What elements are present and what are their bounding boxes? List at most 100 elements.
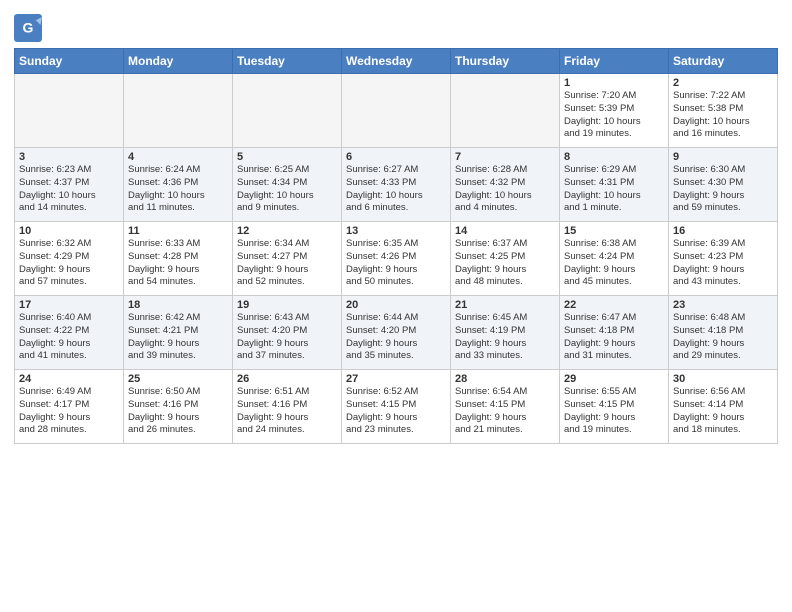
day-info: Sunrise: 6:48 AM Sunset: 4:18 PM Dayligh… (673, 312, 773, 363)
day-info: Sunrise: 6:33 AM Sunset: 4:28 PM Dayligh… (128, 238, 228, 289)
calendar-cell: 15Sunrise: 6:38 AM Sunset: 4:24 PM Dayli… (560, 222, 669, 296)
day-number: 28 (455, 373, 555, 385)
day-number: 2 (673, 77, 773, 89)
calendar-cell: 3Sunrise: 6:23 AM Sunset: 4:37 PM Daylig… (15, 148, 124, 222)
calendar-cell: 11Sunrise: 6:33 AM Sunset: 4:28 PM Dayli… (124, 222, 233, 296)
day-info: Sunrise: 7:20 AM Sunset: 5:39 PM Dayligh… (564, 90, 664, 141)
calendar-cell: 10Sunrise: 6:32 AM Sunset: 4:29 PM Dayli… (15, 222, 124, 296)
day-number: 7 (455, 151, 555, 163)
calendar-cell: 8Sunrise: 6:29 AM Sunset: 4:31 PM Daylig… (560, 148, 669, 222)
calendar-cell: 28Sunrise: 6:54 AM Sunset: 4:15 PM Dayli… (451, 370, 560, 444)
logo: G (14, 14, 46, 42)
calendar-cell (124, 74, 233, 148)
day-number: 6 (346, 151, 446, 163)
calendar-cell: 24Sunrise: 6:49 AM Sunset: 4:17 PM Dayli… (15, 370, 124, 444)
calendar-week-5: 24Sunrise: 6:49 AM Sunset: 4:17 PM Dayli… (15, 370, 778, 444)
calendar-cell: 9Sunrise: 6:30 AM Sunset: 4:30 PM Daylig… (669, 148, 778, 222)
calendar-cell (451, 74, 560, 148)
day-info: Sunrise: 6:23 AM Sunset: 4:37 PM Dayligh… (19, 164, 119, 215)
weekday-header-tuesday: Tuesday (233, 49, 342, 74)
calendar-week-3: 10Sunrise: 6:32 AM Sunset: 4:29 PM Dayli… (15, 222, 778, 296)
day-info: Sunrise: 6:30 AM Sunset: 4:30 PM Dayligh… (673, 164, 773, 215)
header: G (14, 10, 778, 42)
day-info: Sunrise: 6:47 AM Sunset: 4:18 PM Dayligh… (564, 312, 664, 363)
day-number: 5 (237, 151, 337, 163)
weekday-header-thursday: Thursday (451, 49, 560, 74)
day-number: 13 (346, 225, 446, 237)
day-number: 24 (19, 373, 119, 385)
calendar-cell: 12Sunrise: 6:34 AM Sunset: 4:27 PM Dayli… (233, 222, 342, 296)
calendar-cell: 27Sunrise: 6:52 AM Sunset: 4:15 PM Dayli… (342, 370, 451, 444)
day-number: 4 (128, 151, 228, 163)
day-info: Sunrise: 6:37 AM Sunset: 4:25 PM Dayligh… (455, 238, 555, 289)
day-number: 21 (455, 299, 555, 311)
day-number: 27 (346, 373, 446, 385)
day-number: 8 (564, 151, 664, 163)
day-number: 30 (673, 373, 773, 385)
calendar-cell (233, 74, 342, 148)
day-info: Sunrise: 6:50 AM Sunset: 4:16 PM Dayligh… (128, 386, 228, 437)
day-info: Sunrise: 6:45 AM Sunset: 4:19 PM Dayligh… (455, 312, 555, 363)
calendar-cell: 22Sunrise: 6:47 AM Sunset: 4:18 PM Dayli… (560, 296, 669, 370)
day-info: Sunrise: 6:25 AM Sunset: 4:34 PM Dayligh… (237, 164, 337, 215)
day-number: 26 (237, 373, 337, 385)
day-number: 14 (455, 225, 555, 237)
day-number: 23 (673, 299, 773, 311)
day-number: 10 (19, 225, 119, 237)
calendar-cell: 19Sunrise: 6:43 AM Sunset: 4:20 PM Dayli… (233, 296, 342, 370)
day-number: 11 (128, 225, 228, 237)
day-info: Sunrise: 6:52 AM Sunset: 4:15 PM Dayligh… (346, 386, 446, 437)
calendar-cell: 16Sunrise: 6:39 AM Sunset: 4:23 PM Dayli… (669, 222, 778, 296)
day-info: Sunrise: 6:55 AM Sunset: 4:15 PM Dayligh… (564, 386, 664, 437)
calendar-cell: 26Sunrise: 6:51 AM Sunset: 4:16 PM Dayli… (233, 370, 342, 444)
svg-text:G: G (23, 20, 34, 36)
day-number: 20 (346, 299, 446, 311)
calendar-cell: 1Sunrise: 7:20 AM Sunset: 5:39 PM Daylig… (560, 74, 669, 148)
calendar-cell (342, 74, 451, 148)
day-number: 19 (237, 299, 337, 311)
day-number: 3 (19, 151, 119, 163)
day-info: Sunrise: 6:39 AM Sunset: 4:23 PM Dayligh… (673, 238, 773, 289)
calendar-cell: 4Sunrise: 6:24 AM Sunset: 4:36 PM Daylig… (124, 148, 233, 222)
calendar-header-row: SundayMondayTuesdayWednesdayThursdayFrid… (15, 49, 778, 74)
weekday-header-friday: Friday (560, 49, 669, 74)
calendar-cell: 25Sunrise: 6:50 AM Sunset: 4:16 PM Dayli… (124, 370, 233, 444)
day-number: 25 (128, 373, 228, 385)
calendar-cell: 20Sunrise: 6:44 AM Sunset: 4:20 PM Dayli… (342, 296, 451, 370)
day-info: Sunrise: 6:44 AM Sunset: 4:20 PM Dayligh… (346, 312, 446, 363)
day-info: Sunrise: 6:32 AM Sunset: 4:29 PM Dayligh… (19, 238, 119, 289)
logo-icon: G (14, 14, 42, 42)
calendar-cell: 29Sunrise: 6:55 AM Sunset: 4:15 PM Dayli… (560, 370, 669, 444)
day-info: Sunrise: 6:28 AM Sunset: 4:32 PM Dayligh… (455, 164, 555, 215)
day-info: Sunrise: 6:51 AM Sunset: 4:16 PM Dayligh… (237, 386, 337, 437)
calendar-cell: 21Sunrise: 6:45 AM Sunset: 4:19 PM Dayli… (451, 296, 560, 370)
day-info: Sunrise: 6:35 AM Sunset: 4:26 PM Dayligh… (346, 238, 446, 289)
calendar-week-4: 17Sunrise: 6:40 AM Sunset: 4:22 PM Dayli… (15, 296, 778, 370)
calendar-cell: 5Sunrise: 6:25 AM Sunset: 4:34 PM Daylig… (233, 148, 342, 222)
day-info: Sunrise: 6:38 AM Sunset: 4:24 PM Dayligh… (564, 238, 664, 289)
day-number: 15 (564, 225, 664, 237)
day-info: Sunrise: 6:27 AM Sunset: 4:33 PM Dayligh… (346, 164, 446, 215)
day-info: Sunrise: 6:42 AM Sunset: 4:21 PM Dayligh… (128, 312, 228, 363)
day-info: Sunrise: 6:29 AM Sunset: 4:31 PM Dayligh… (564, 164, 664, 215)
day-number: 22 (564, 299, 664, 311)
weekday-header-monday: Monday (124, 49, 233, 74)
calendar-cell (15, 74, 124, 148)
day-number: 16 (673, 225, 773, 237)
weekday-header-wednesday: Wednesday (342, 49, 451, 74)
calendar-cell: 6Sunrise: 6:27 AM Sunset: 4:33 PM Daylig… (342, 148, 451, 222)
day-info: Sunrise: 6:24 AM Sunset: 4:36 PM Dayligh… (128, 164, 228, 215)
calendar-cell: 7Sunrise: 6:28 AM Sunset: 4:32 PM Daylig… (451, 148, 560, 222)
calendar-cell: 14Sunrise: 6:37 AM Sunset: 4:25 PM Dayli… (451, 222, 560, 296)
day-number: 29 (564, 373, 664, 385)
page: G SundayMondayTuesdayWednesdayThursdayFr… (0, 0, 792, 454)
day-number: 17 (19, 299, 119, 311)
calendar-cell: 30Sunrise: 6:56 AM Sunset: 4:14 PM Dayli… (669, 370, 778, 444)
calendar-cell: 23Sunrise: 6:48 AM Sunset: 4:18 PM Dayli… (669, 296, 778, 370)
calendar-week-1: 1Sunrise: 7:20 AM Sunset: 5:39 PM Daylig… (15, 74, 778, 148)
day-info: Sunrise: 6:49 AM Sunset: 4:17 PM Dayligh… (19, 386, 119, 437)
day-info: Sunrise: 6:43 AM Sunset: 4:20 PM Dayligh… (237, 312, 337, 363)
day-number: 12 (237, 225, 337, 237)
calendar-cell: 13Sunrise: 6:35 AM Sunset: 4:26 PM Dayli… (342, 222, 451, 296)
calendar-table: SundayMondayTuesdayWednesdayThursdayFrid… (14, 48, 778, 444)
